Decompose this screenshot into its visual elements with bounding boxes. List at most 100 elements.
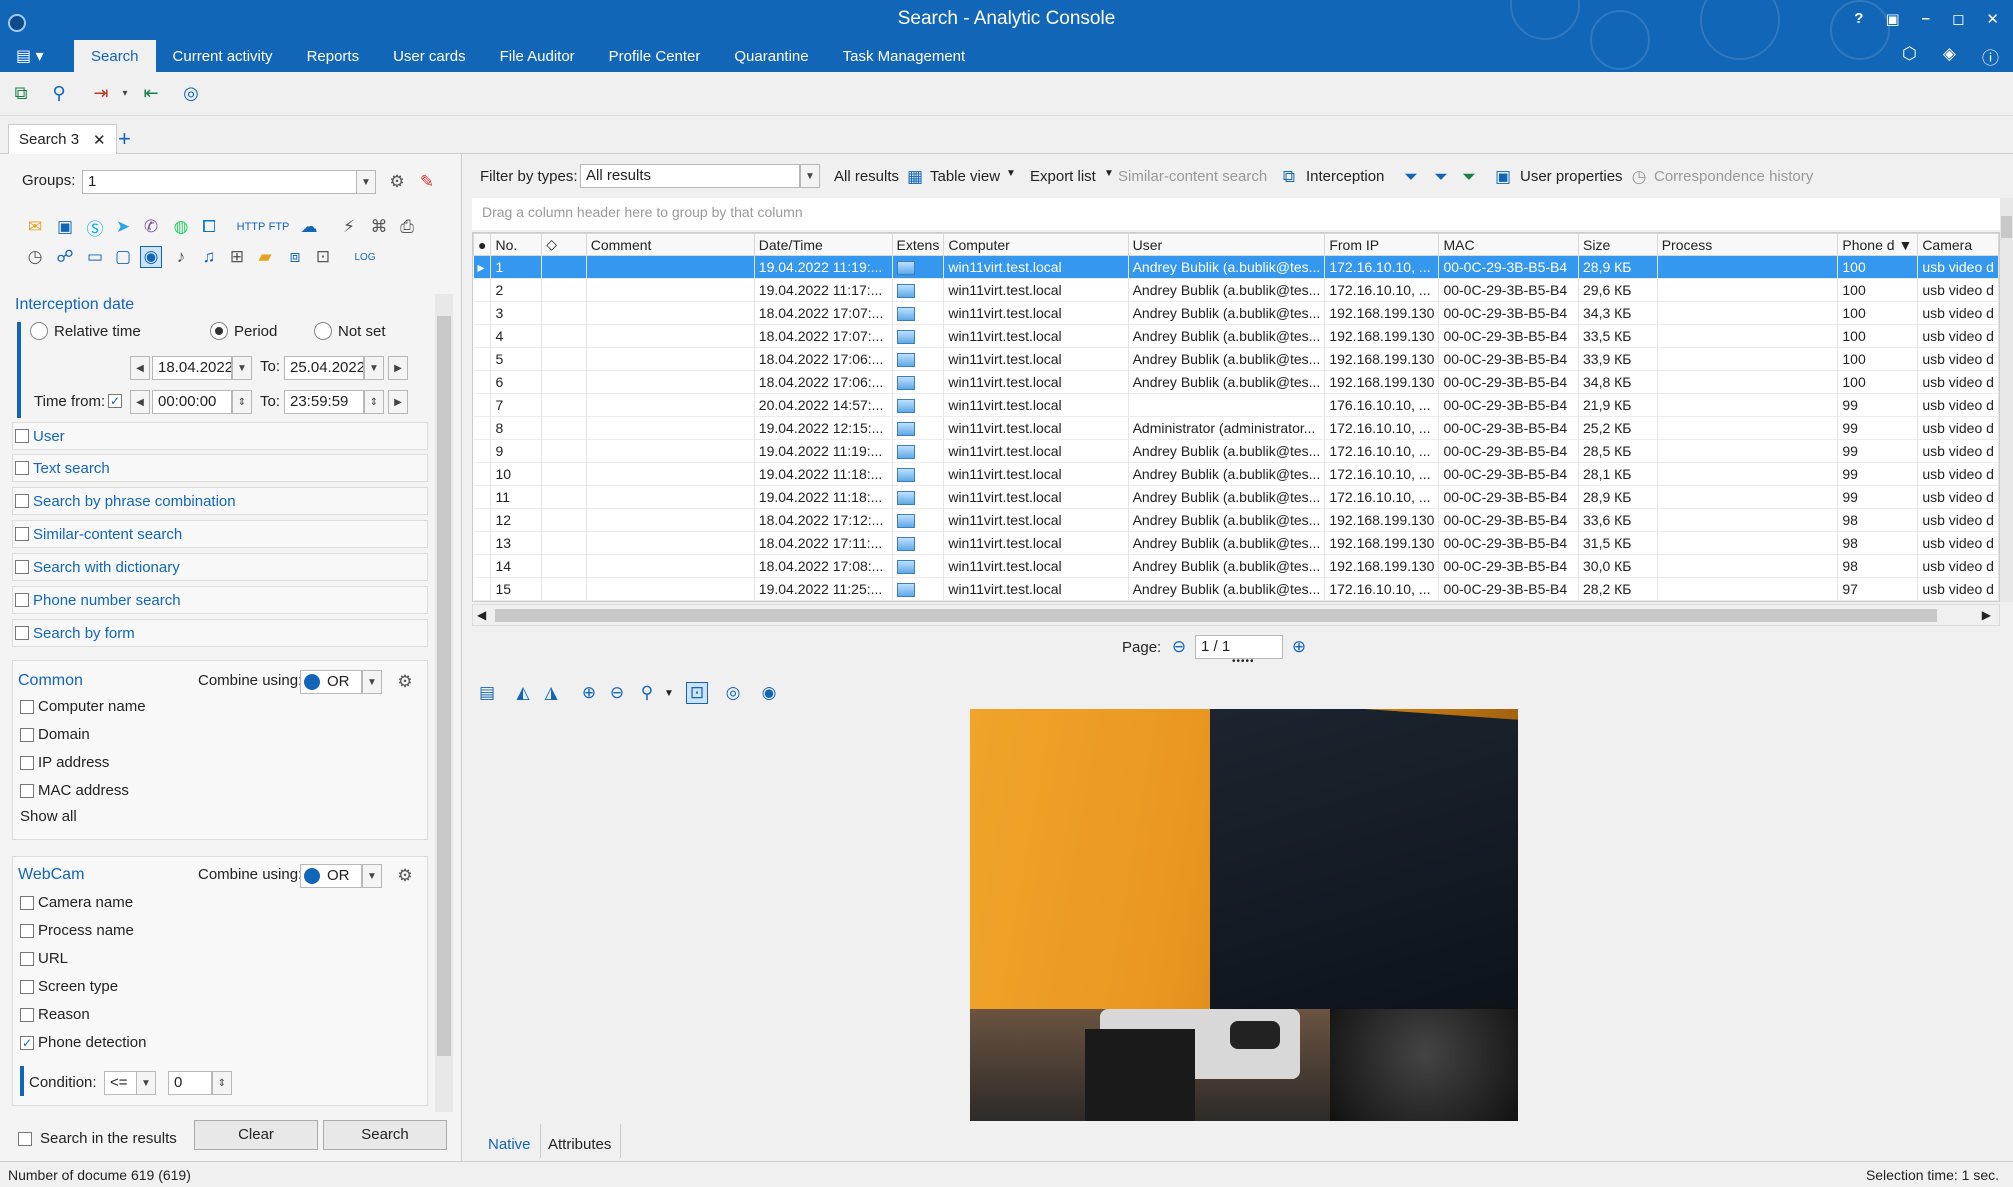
search-by-form-checkbox[interactable] — [15, 626, 29, 640]
viber-icon[interactable]: ✆ — [140, 216, 162, 238]
phone-number-checkbox[interactable] — [15, 593, 29, 607]
usb-icon[interactable]: ⚡ — [338, 216, 360, 238]
process-name-checkbox[interactable] — [20, 924, 34, 938]
filter-add-icon[interactable]: ⏷ — [1430, 166, 1452, 188]
keylogger-icon[interactable]: ☍ — [54, 246, 76, 268]
column-header-comment[interactable]: Comment — [585, 233, 755, 256]
menu-tab-current-activity[interactable]: Current activity — [156, 40, 290, 72]
table-row[interactable]: 13 18.04.2022 17:11:... win11virt.test.loc… — [473, 531, 1999, 555]
http-icon[interactable]: HTTP — [237, 216, 266, 238]
left-panel-scrollbar[interactable] — [435, 294, 453, 1112]
clear-button[interactable]: Clear — [194, 1120, 318, 1150]
eye-icon[interactable]: ◉ — [758, 682, 780, 704]
tab-attributes[interactable]: Attributes — [548, 1136, 611, 1153]
printer-icon[interactable]: ⎙ — [396, 216, 418, 238]
user-checkbox[interactable] — [15, 429, 29, 443]
scroll-thumb[interactable] — [495, 609, 1937, 622]
table-row[interactable]: 10 19.04.2022 11:18:... win11virt.test.loc… — [473, 462, 1999, 486]
common-combine-dropdown[interactable]: ▼ — [362, 670, 382, 694]
lync-icon[interactable]: ⧠ — [198, 216, 220, 238]
search-button[interactable]: Search — [323, 1120, 447, 1150]
table-row[interactable]: 8 19.04.2022 12:15:... win11virt.test.loca… — [473, 416, 1999, 440]
skype-icon[interactable]: Ⓢ — [84, 216, 106, 239]
add-tab-icon[interactable]: + — [118, 126, 131, 152]
menu-tab-profile-center[interactable]: Profile Center — [592, 40, 718, 72]
dictionary-checkbox[interactable] — [15, 560, 29, 574]
table-view-button[interactable]: Table view — [930, 168, 1000, 185]
common-gear-icon[interactable]: ⚙ — [394, 671, 416, 693]
app-menu-button[interactable]: ▤ ▾ — [16, 46, 44, 66]
zoom-dropdown-icon[interactable]: ▼ — [658, 682, 680, 704]
table-row[interactable]: 9 19.04.2022 11:19:... win11virt.test.loca… — [473, 439, 1999, 463]
file-search-icon[interactable]: ⊡ — [312, 246, 334, 268]
table-row[interactable]: 5 18.04.2022 17:06:... win11virt.test.loca… — [473, 347, 1999, 371]
cloud-icon[interactable]: ☁ — [298, 216, 320, 238]
column-header-from-ip[interactable]: From IP — [1324, 233, 1440, 256]
doc-tab-search-3[interactable]: Search 3 ✕ — [8, 124, 117, 154]
image-props-icon[interactable]: ▤ — [476, 682, 498, 704]
time-to-spinner[interactable]: ⇕ — [364, 390, 384, 414]
table-row[interactable]: 7 20.04.2022 14:57:... win11virt.test.loca… — [473, 393, 1999, 417]
webcam-combine-dropdown[interactable]: ▼ — [362, 864, 382, 888]
column-header-phone-detection[interactable]: Phone d ▼ — [1837, 233, 1919, 256]
maximize-icon[interactable]: ◻ — [1952, 10, 1964, 28]
export-list-button[interactable]: Export list — [1030, 168, 1096, 185]
restore-layout-icon[interactable]: ▣ — [1885, 10, 1899, 28]
grid-horizontal-scrollbar[interactable]: ◀ ▶ — [472, 604, 2000, 626]
mac-address-checkbox[interactable] — [20, 784, 34, 798]
menu-tab-reports[interactable]: Reports — [290, 40, 377, 72]
phrase-combination-checkbox[interactable] — [15, 494, 29, 508]
table-row[interactable]: 12 18.04.2022 17:12:... win11virt.test.loc… — [473, 508, 1999, 532]
eraser-icon[interactable]: ✎ — [416, 171, 438, 193]
user-search-icon[interactable]: ⚲ — [46, 80, 72, 106]
table-row[interactable]: 2 19.04.2022 11:17:... win11virt.test.loca… — [473, 278, 1999, 302]
date-from-dropdown[interactable]: ▼ — [232, 356, 252, 380]
package-icon[interactable]: ◈ — [1943, 44, 1956, 69]
time-from-spinner[interactable]: ⇕ — [232, 390, 252, 414]
gear-icon[interactable]: ⚙ — [386, 171, 408, 193]
filter-types-dropdown[interactable]: ▼ — [800, 164, 820, 188]
webcam-gear-icon[interactable]: ⚙ — [394, 865, 416, 887]
table-row[interactable]: 3 18.04.2022 17:07:... win11virt.test.loca… — [473, 301, 1999, 325]
groups-input[interactable]: 1 — [82, 170, 360, 194]
whatsapp-icon[interactable]: ◍ — [170, 216, 192, 238]
fit-image-icon[interactable]: ⊡ — [686, 682, 708, 704]
id-search-icon[interactable]: ◎ — [178, 80, 204, 106]
date-to-next-button[interactable]: ▶ — [388, 356, 408, 380]
telegram-icon[interactable]: ➤ — [112, 216, 134, 238]
date-from-prev-button[interactable]: ◀ — [130, 356, 150, 380]
close-icon[interactable]: ✕ — [1986, 10, 1999, 28]
column-header-computer[interactable]: Computer — [943, 233, 1129, 256]
table-row[interactable]: 6 18.04.2022 17:06:... win11virt.test.loca… — [473, 370, 1999, 394]
zoom-in-icon[interactable]: ⊕ — [578, 682, 600, 704]
section-search-by-form[interactable]: Search by form — [12, 619, 428, 647]
all-results-button[interactable]: All results — [834, 168, 899, 185]
grid-vertical-scrollbar[interactable] — [2000, 198, 2013, 602]
mic-settings-icon[interactable]: ♫ — [198, 246, 220, 268]
similar-content-search-button[interactable]: Similar-content search — [1118, 168, 1267, 185]
section-user[interactable]: User — [12, 422, 428, 450]
section-phrase-combination[interactable]: Search by phrase combination — [12, 487, 428, 515]
help-icon[interactable]: ? — [1854, 10, 1863, 28]
table-row[interactable]: 4 18.04.2022 17:07:... win11virt.test.loca… — [473, 324, 1999, 348]
page-prev-icon[interactable]: ⊖ — [1168, 636, 1190, 658]
column-header-user[interactable]: User — [1127, 233, 1326, 256]
text-search-checkbox[interactable] — [15, 461, 29, 475]
export-icon[interactable]: ⇥ — [88, 80, 114, 106]
section-phone-number[interactable]: Phone number search — [12, 586, 428, 614]
date-to-input[interactable]: 25.04.2022 — [284, 356, 364, 380]
scroll-right-icon[interactable]: ▶ — [1982, 608, 1991, 622]
splitter-handle[interactable]: ••••• — [1232, 656, 1255, 667]
table-row[interactable]: 15 19.04.2022 11:25:... win11virt.test.loc… — [473, 577, 1999, 601]
date-from-input[interactable]: 18.04.2022 — [152, 356, 232, 380]
webcam-icon[interactable]: ◉ — [140, 246, 162, 268]
phone-detection-checkbox[interactable]: ✓ — [20, 1036, 34, 1050]
menu-tab-search[interactable]: Search — [74, 40, 156, 72]
scroll-left-icon[interactable]: ◀ — [477, 608, 486, 622]
zoom-select-icon[interactable]: ⚲ — [636, 682, 658, 704]
microphone-icon[interactable]: ♪ — [170, 246, 192, 268]
computer-name-checkbox[interactable] — [20, 700, 34, 714]
time-from-prev-button[interactable]: ◀ — [130, 390, 150, 414]
import-icon[interactable]: ⇤ — [138, 80, 164, 106]
search-in-results-checkbox[interactable] — [18, 1132, 32, 1146]
